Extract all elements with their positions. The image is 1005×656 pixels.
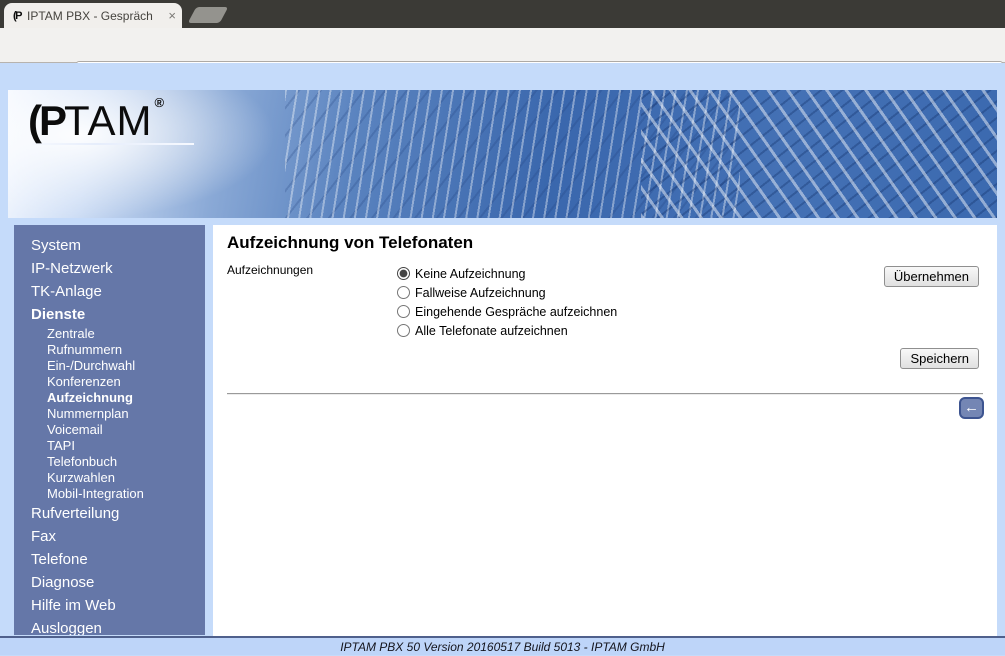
page-footer: IPTAM PBX 50 Version 20160517 Build 5013… <box>0 636 1005 655</box>
radio-option-alle-telefonate[interactable]: Alle Telefonate aufzeichnen <box>397 321 617 340</box>
sidebar-item-voicemail[interactable]: Voicemail <box>14 422 205 438</box>
radio-input-fallweise-aufzeichnung[interactable] <box>397 286 410 299</box>
content-divider <box>227 393 983 395</box>
browser-tab[interactable]: (P IPTAM PBX - Gespräch × <box>4 3 182 28</box>
sidebar-item-telefone[interactable]: Telefone <box>14 548 205 571</box>
sidebar-item-telefonbuch[interactable]: Telefonbuch <box>14 454 205 470</box>
sidebar-item-aufzeichnung[interactable]: Aufzeichnung <box>14 390 205 406</box>
radio-label: Fallweise Aufzeichnung <box>415 285 546 300</box>
sidebar-item-rufverteilung[interactable]: Rufverteilung <box>14 502 205 525</box>
new-tab-button[interactable] <box>187 7 229 23</box>
radio-label: Eingehende Gespräche aufzeichnen <box>415 304 618 319</box>
radio-option-eingehende-gespraeche[interactable]: Eingehende Gespräche aufzeichnen <box>397 302 617 321</box>
radio-option-fallweise-aufzeichnung[interactable]: Fallweise Aufzeichnung <box>397 283 617 302</box>
tab-close-icon[interactable]: × <box>168 8 176 23</box>
sidebar-item-system[interactable]: System <box>14 234 205 257</box>
iptam-favicon-icon: (P <box>13 9 23 22</box>
radio-option-keine-aufzeichnung[interactable]: Keine Aufzeichnung <box>397 264 617 283</box>
browser-toolbar: 192.168.10.70/admin/records <box>0 28 1005 87</box>
banner-grid-decoration <box>640 90 997 218</box>
tab-title: IPTAM PBX - Gespräch <box>27 8 153 23</box>
browser-tab-strip: (P IPTAM PBX - Gespräch × <box>0 0 1005 28</box>
registered-trademark-symbol: ® <box>154 95 165 110</box>
sidebar-item-tk-anlage[interactable]: TK-Anlage <box>14 280 205 303</box>
sidebar-item-diagnose[interactable]: Diagnose <box>14 571 205 594</box>
recording-radio-group: Keine Aufzeichnung Fallweise Aufzeichnun… <box>397 264 617 340</box>
sidebar-item-hilfe-im-web[interactable]: Hilfe im Web <box>14 594 205 617</box>
field-label: Aufzeichnungen <box>227 263 314 277</box>
sidebar-item-ip-netzwerk[interactable]: IP-Netzwerk <box>14 257 205 280</box>
sidebar-item-zentrale[interactable]: Zentrale <box>14 326 205 342</box>
logo-underline <box>32 143 194 145</box>
radio-input-keine-aufzeichnung[interactable] <box>397 267 410 280</box>
save-button[interactable]: Speichern <box>900 348 979 369</box>
sidebar-item-ein-durchwahl[interactable]: Ein-/Durchwahl <box>14 358 205 374</box>
sidebar-item-tapi[interactable]: TAPI <box>14 438 205 454</box>
banner-image: (PTAM ® <box>8 90 997 218</box>
radio-input-eingehende-gespraeche[interactable] <box>397 305 410 318</box>
radio-input-alle-telefonate[interactable] <box>397 324 410 337</box>
sidebar-item-konferenzen[interactable]: Konferenzen <box>14 374 205 390</box>
version-text: IPTAM PBX 50 Version 20160517 Build 5013… <box>340 640 665 654</box>
apply-button[interactable]: Übernehmen <box>883 266 979 287</box>
logo-ip-part: (P <box>28 97 67 144</box>
radio-label: Keine Aufzeichnung <box>415 266 526 281</box>
sidebar-navigation: System IP-Netzwerk TK-Anlage Dienste Zen… <box>14 225 205 635</box>
logo-tam-part: TAM <box>64 97 153 144</box>
back-arrow-button[interactable]: ← <box>959 397 984 419</box>
sidebar-item-kurzwahlen[interactable]: Kurzwahlen <box>14 470 205 486</box>
sidebar-item-fax[interactable]: Fax <box>14 525 205 548</box>
page-title: Aufzeichnung von Telefonaten <box>227 233 474 252</box>
sidebar-item-dienste[interactable]: Dienste <box>14 303 205 326</box>
sidebar-item-ausloggen[interactable]: Ausloggen <box>14 617 205 635</box>
back-arrow-icon: ← <box>964 399 979 416</box>
iptam-logo: (PTAM ® <box>28 95 164 145</box>
sidebar-item-mobil-integration[interactable]: Mobil-Integration <box>14 486 205 502</box>
sidebar-item-rufnummern[interactable]: Rufnummern <box>14 342 205 358</box>
sidebar-item-nummernplan[interactable]: Nummernplan <box>14 406 205 422</box>
radio-label: Alle Telefonate aufzeichnen <box>415 323 568 338</box>
